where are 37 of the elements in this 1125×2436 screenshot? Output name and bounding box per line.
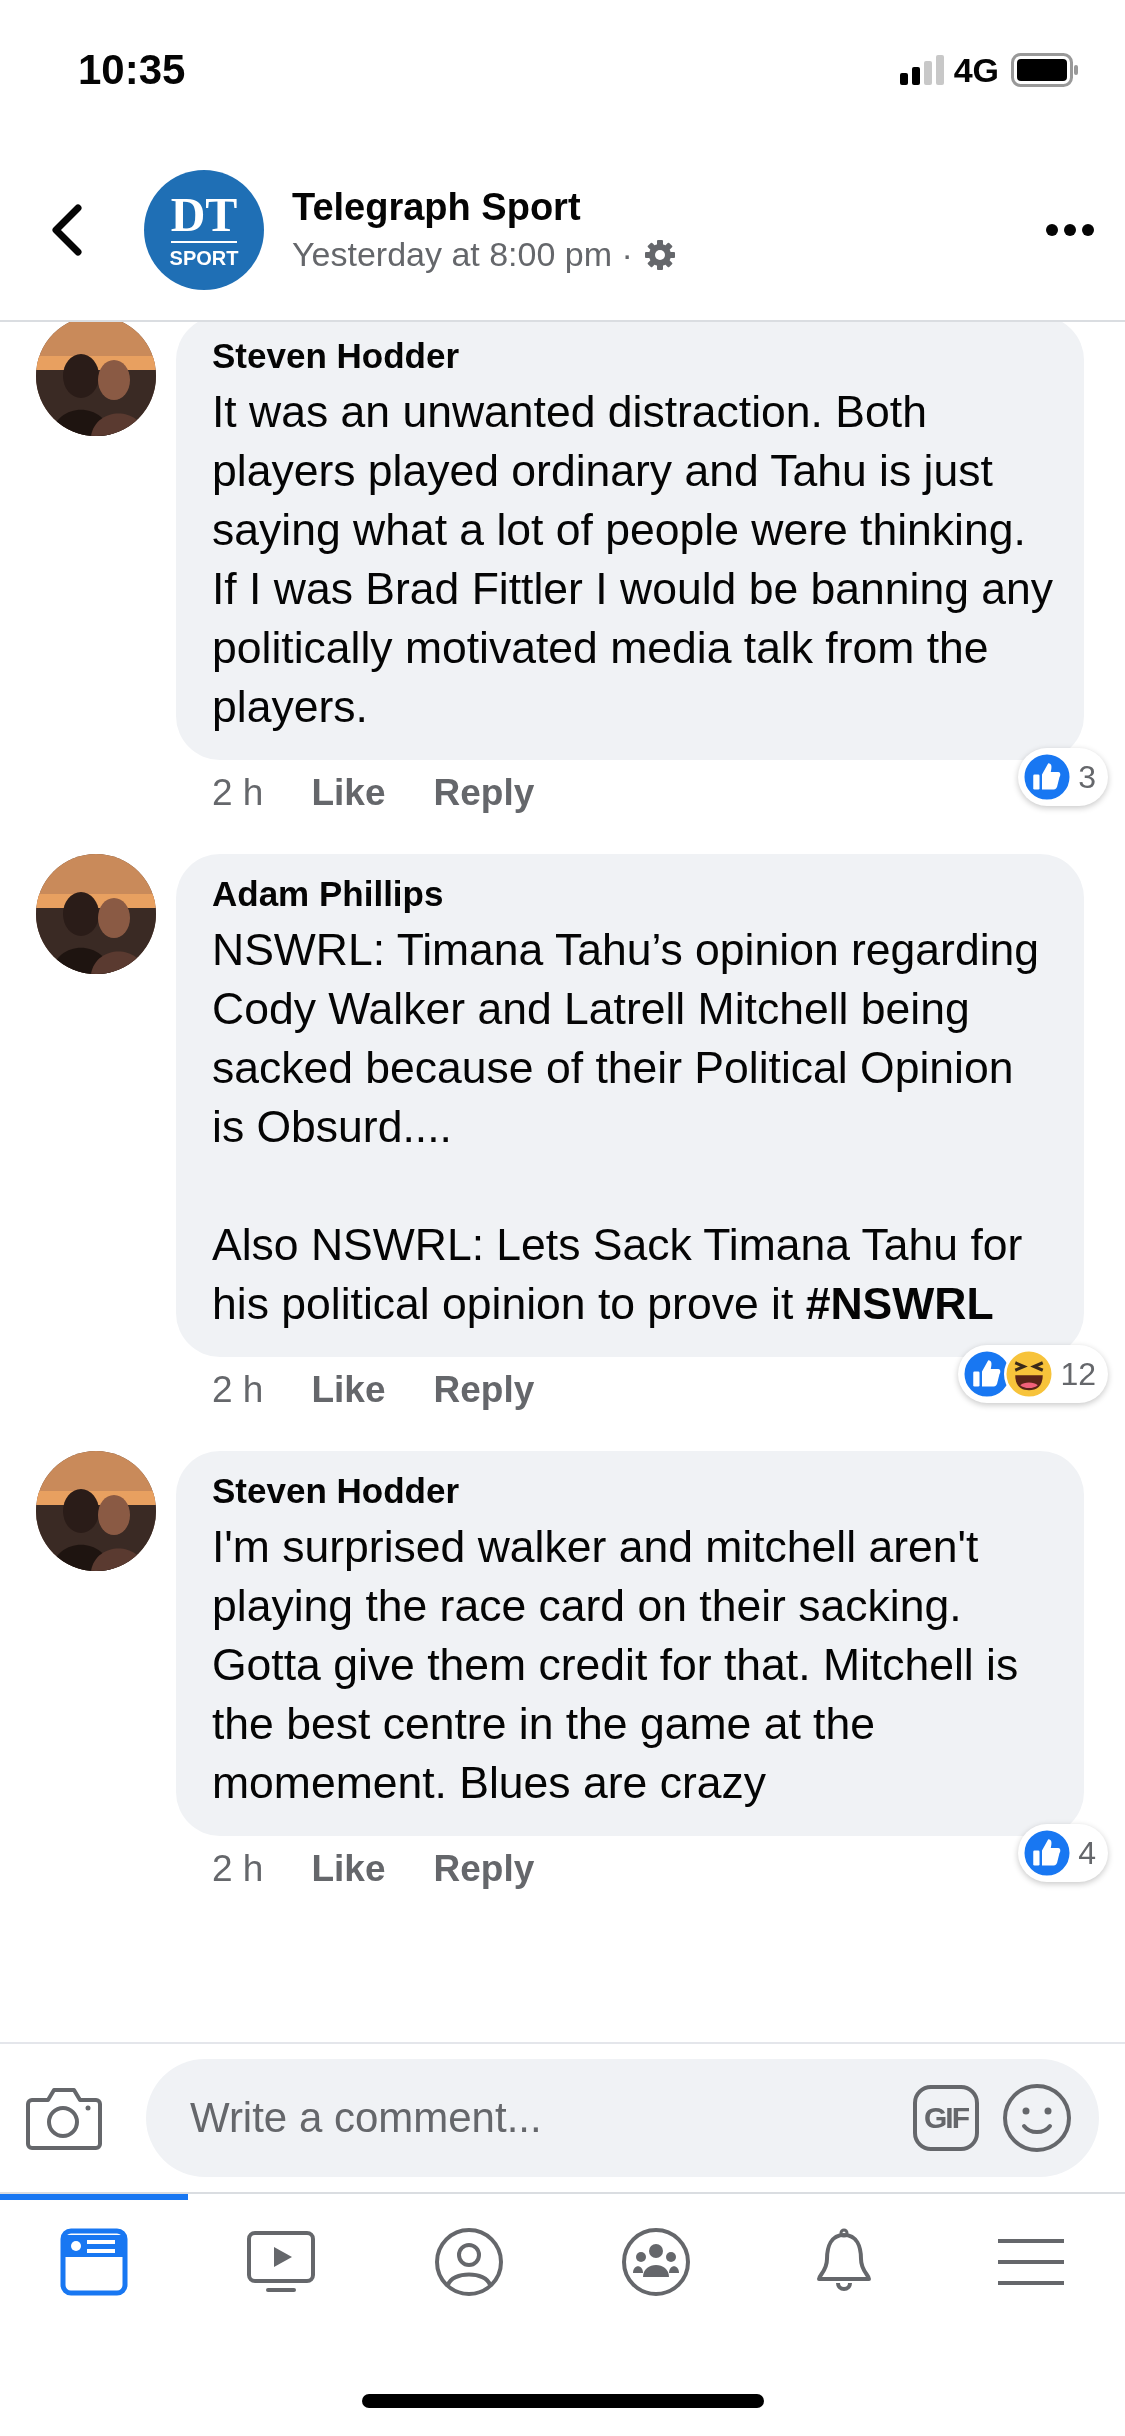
smiley-icon[interactable] xyxy=(1001,2082,1073,2154)
reaction-badge[interactable]: 3 xyxy=(1018,748,1108,806)
comment-time: 2 h xyxy=(212,1848,264,1890)
gif-button[interactable]: GIF xyxy=(913,2085,979,2151)
reaction-badge[interactable]: 4 xyxy=(1018,1824,1108,1882)
comment-time: 2 h xyxy=(212,772,264,814)
comment-author[interactable]: Adam Phillips xyxy=(212,874,1054,914)
person-circle-icon xyxy=(433,2227,504,2297)
comment-author[interactable]: Steven Hodder xyxy=(212,336,1054,376)
comment-action[interactable]: Like xyxy=(311,1369,386,1411)
people-circle-icon xyxy=(621,2227,692,2297)
thumbs-up-icon xyxy=(1022,752,1073,802)
comment-text: I'm surprised walker and mitchell aren't playing the race card on their sacking. Gotta give them credit for that. Mitchell is the best centre in the game at the momement. Blues are crazy xyxy=(212,1521,1020,1809)
comment-action[interactable]: Like xyxy=(311,772,386,814)
page-title[interactable]: Telegraph Sport xyxy=(292,186,1045,229)
more-icon[interactable] xyxy=(1045,223,1095,237)
battery-icon xyxy=(1011,53,1079,87)
signal-icon xyxy=(899,55,944,85)
comment-action[interactable]: Reply xyxy=(433,1369,535,1411)
comment-time: 2 h xyxy=(212,1369,264,1411)
comment-author[interactable]: Steven Hodder xyxy=(212,1471,1054,1511)
laughing-face-icon xyxy=(1004,1349,1055,1399)
comment-field[interactable]: Write a comment... GIF xyxy=(146,2059,1099,2177)
comment-text: It was an unwanted distraction. Both players played ordinary and Tahu is just saying what a lot of people were thinking. If I was Brad Fittler I would be banning any politically motivated media talk from the players. xyxy=(212,386,1054,733)
news-feed-icon xyxy=(58,2227,129,2297)
thumbs-up-icon xyxy=(1022,1828,1073,1878)
post-time: Yesterday at 8:00 pm · xyxy=(292,235,633,274)
status-time: 10:35 xyxy=(78,46,187,94)
comment-action[interactable]: Like xyxy=(311,1848,386,1890)
page-logo: DT SPORT xyxy=(144,170,264,290)
comment-text: NSWRL: Timana Tahu’s opinion regarding Cody Walker and Latrell Mitchell being sacked because of their Political Opinion is Obsurd.... xyxy=(212,924,1040,1153)
comment-text: Also NSWRL: Lets Sack Timana Tahu for his political opinion to prove it #NSWRL xyxy=(212,1219,1024,1330)
gear-icon xyxy=(642,237,677,272)
comment-action[interactable]: Reply xyxy=(433,1848,535,1890)
network-label: 4G xyxy=(953,50,999,90)
comment-action[interactable]: Reply xyxy=(433,772,535,814)
reaction-badge[interactable]: 12 xyxy=(958,1345,1108,1403)
